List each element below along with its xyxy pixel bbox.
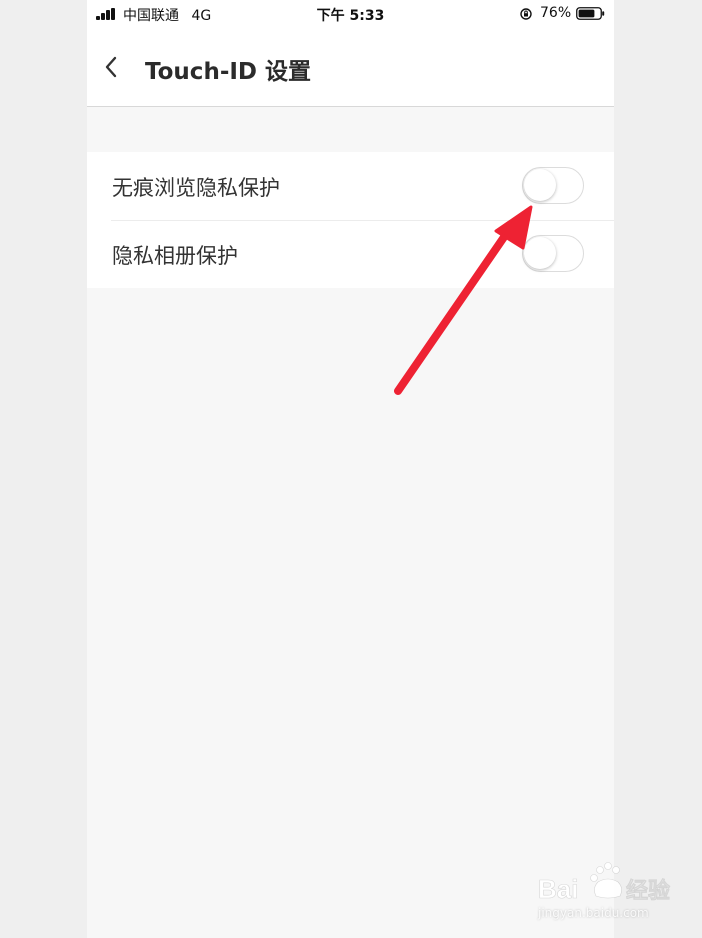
incognito-privacy-toggle[interactable] (522, 167, 584, 204)
svg-text:经验: 经验 (626, 878, 670, 904)
svg-text:Bai: Bai (538, 874, 578, 904)
page-title: Touch-ID 设置 (145, 59, 312, 85)
back-button[interactable] (101, 52, 123, 82)
phone-screen: 中国联通 4G 下午 5:33 76% Touch-ID 设置 无痕浏览隐私保护 (87, 0, 614, 938)
navigation-bar: Touch-ID 设置 (87, 28, 614, 107)
toggle-knob (524, 169, 556, 201)
battery-icon (576, 7, 605, 20)
settings-list: 无痕浏览隐私保护 隐私相册保护 (87, 152, 614, 288)
setting-label: 无痕浏览隐私保护 (112, 176, 280, 200)
album-privacy-toggle[interactable] (522, 235, 584, 272)
setting-row-album-privacy: 隐私相册保护 (87, 220, 614, 288)
chevron-left-icon (105, 56, 117, 78)
watermark-url: jingyan.baidu.com (538, 906, 649, 920)
setting-row-incognito-privacy: 无痕浏览隐私保护 (87, 152, 614, 220)
status-time: 下午 5:33 (316, 8, 385, 24)
rotation-lock-icon (520, 8, 532, 20)
toggle-knob (524, 237, 556, 269)
status-bar: 中国联通 4G 下午 5:33 76% (87, 0, 614, 28)
setting-label: 隐私相册保护 (112, 244, 238, 268)
battery-percentage: 76% (540, 5, 572, 21)
